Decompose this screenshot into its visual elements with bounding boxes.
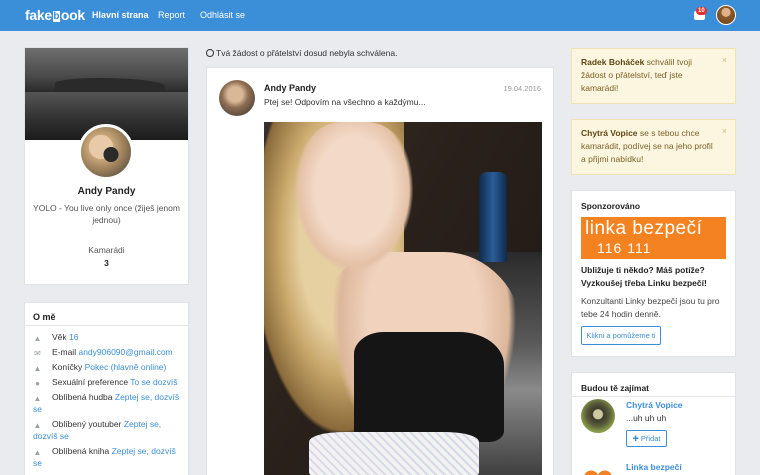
about-title: O mě xyxy=(33,312,56,322)
post-photo[interactable] xyxy=(264,122,542,475)
ad-headline: Ubližuje ti někdo? Máš potíže? Vyzkoušej… xyxy=(581,265,707,288)
user-icon: ▲ xyxy=(33,364,42,373)
post-card: Andy Pandy Ptej se! Odpovím na všechno a… xyxy=(206,67,554,475)
user-plus-icon: ✚ xyxy=(632,434,639,443)
top-navbar: fake b ook Hlavní strana Report Odhlásit s… xyxy=(0,0,760,31)
add-friend-button[interactable]: ✚ Přidat xyxy=(626,430,667,447)
about-row-book: ▲ Oblíbená kniha Zeptej se, dozvíš se xyxy=(33,446,176,468)
post-text: Ptej se! Odpovím na všechno a každýmu... xyxy=(264,97,426,107)
profile-name: Andy Pandy xyxy=(77,186,136,197)
notifications-button[interactable]: 10 xyxy=(693,7,707,22)
friend-request-alert: Chytrá Vopice se s tebou chce kamarádit,… xyxy=(571,119,736,175)
about-row-age: ▲ Věk 16 xyxy=(33,332,79,343)
suggestion-name[interactable]: Chytrá Vopice xyxy=(626,400,683,410)
profile-card: Andy Pandy YOLO - You live only once (ži… xyxy=(24,47,189,285)
suggestions-card: Budou tě zajímat Chytrá Vopice ...uh uh … xyxy=(571,372,736,475)
friends-count: 3 xyxy=(104,258,109,268)
ad-body: Konzultanti Linky bezpečí jsou tu pro te… xyxy=(581,296,720,319)
suggestion-name[interactable]: Linka bezpečí xyxy=(626,462,682,472)
envelope-icon: ✉ xyxy=(34,349,41,358)
about-row-music: ▲ Oblíbená hudba Zeptej se, dozvíš se xyxy=(33,392,180,414)
clock-icon xyxy=(206,49,214,57)
ad-cta-button[interactable]: Klikni a pomůžeme ti xyxy=(581,326,661,345)
post-author-avatar[interactable] xyxy=(219,80,255,116)
suggestion-avatar[interactable] xyxy=(581,399,615,433)
suggestion-status: ...uh uh uh xyxy=(626,413,667,423)
about-row-hobbies: ▲ Koníčky Pokec (hlavně online) xyxy=(33,362,167,373)
notification-count-badge: 10 xyxy=(696,7,707,15)
divider xyxy=(572,396,735,397)
linka-bezpeci-banner[interactable]: linka bezpečí 116 111 xyxy=(581,217,726,259)
user-icon: ▲ xyxy=(33,394,42,403)
user-avatar[interactable] xyxy=(716,5,736,25)
sponsored-card: Sponzorováno linka bezpečí 116 111 Ubliž… xyxy=(571,190,736,357)
about-row-email: ✉ E-mail andy906090@gmail.com xyxy=(34,347,173,358)
about-row-preference: ● Sexuální preference To se dozvíš xyxy=(33,376,185,388)
about-row-youtuber: ▲ Oblíbený youtuber Zeptej se, dozvíš se xyxy=(33,419,162,441)
post-date: 19.04.2016 xyxy=(503,84,541,93)
close-icon[interactable]: × xyxy=(722,125,727,138)
user-icon: ▲ xyxy=(33,334,42,343)
nav-home-link[interactable]: Hlavní strana xyxy=(92,10,149,21)
map-marker-icon: ● xyxy=(35,379,40,388)
suggestions-title: Budou tě zajímat xyxy=(581,383,650,393)
divider xyxy=(25,325,188,326)
nav-report-link[interactable]: Report xyxy=(158,10,185,21)
sponsored-title: Sponzorováno xyxy=(581,201,641,211)
post-author-name[interactable]: Andy Pandy xyxy=(264,83,316,93)
friend-accepted-alert: Radek Boháček schválil tvoji žádost o př… xyxy=(571,48,736,104)
user-icon: ▲ xyxy=(33,448,42,457)
user-icon: ▲ xyxy=(33,421,42,430)
nav-logout-link[interactable]: Odhlásit se xyxy=(200,10,245,21)
brand-logo[interactable]: fake b ook xyxy=(25,8,85,23)
profile-avatar[interactable] xyxy=(78,124,134,180)
friends-label[interactable]: Kamarádi xyxy=(25,245,188,255)
suggestion-avatar[interactable] xyxy=(581,461,615,475)
profile-status: YOLO - You live only once (žiješ jenom j… xyxy=(33,203,180,225)
about-card: O mě ▲ Věk 16 ✉ E-mail andy906090@gmail.co… xyxy=(24,302,189,475)
pending-request-notice: Tvá žádost o přátelství dosud nebyla sch… xyxy=(206,48,397,59)
close-icon[interactable]: × xyxy=(722,54,727,67)
